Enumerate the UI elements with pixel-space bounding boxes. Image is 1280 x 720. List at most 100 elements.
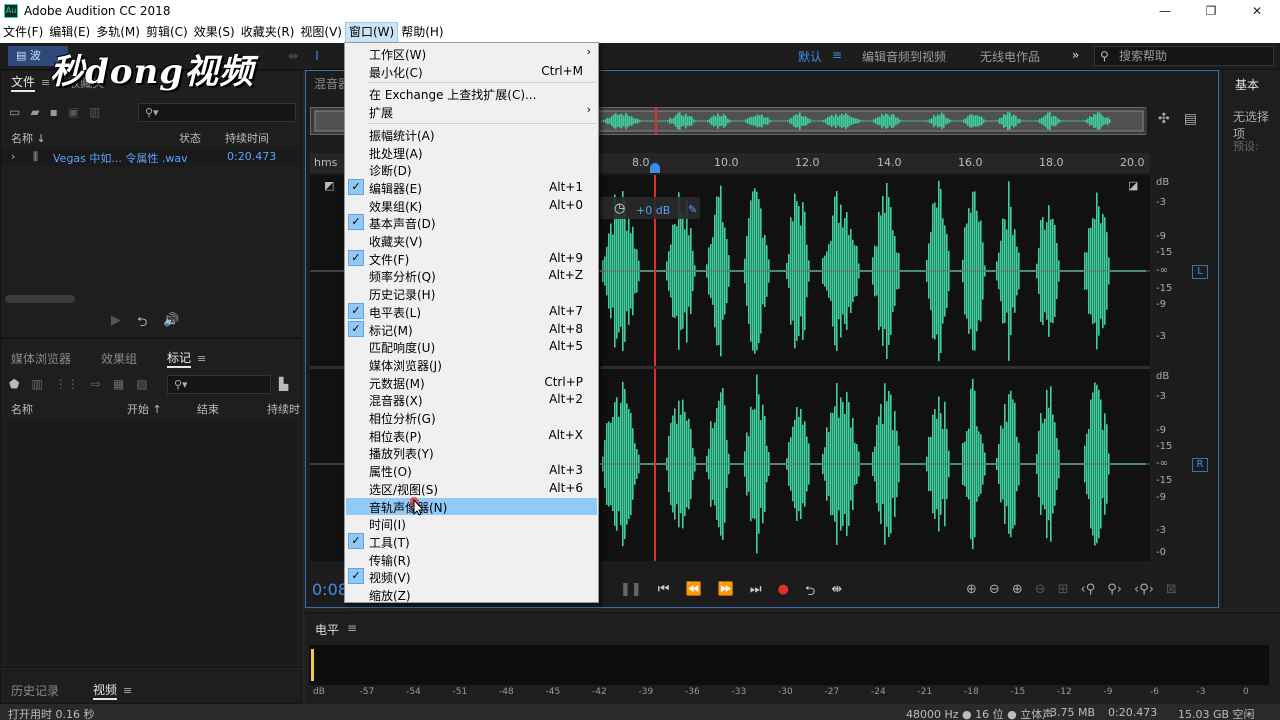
- window-menu-item[interactable]: ✓ 视频(V): [346, 568, 597, 585]
- skip-selection-icon[interactable]: ⇼: [831, 582, 842, 604]
- menu-effects[interactable]: 效果(S): [191, 22, 238, 43]
- help-search-input[interactable]: ⚲ 搜索帮助: [1094, 46, 1274, 66]
- window-menu-item[interactable]: 时间(I): [346, 515, 597, 532]
- menu-favorites[interactable]: 收藏夹(R): [238, 22, 298, 43]
- window-menu-item[interactable]: 振幅统计(A): [346, 126, 597, 143]
- move-tool-icon[interactable]: ⇹: [284, 47, 302, 65]
- merge-marker-icon[interactable]: ⋮⋮: [55, 377, 79, 391]
- column-name[interactable]: 名称 ↓: [11, 130, 46, 146]
- zoom-in-right-icon[interactable]: ⚲›: [1107, 582, 1122, 597]
- menu-file[interactable]: 文件(F): [0, 22, 46, 43]
- window-menu-item[interactable]: 音轨声像器(N): [346, 497, 597, 515]
- window-menu-item[interactable]: 播放列表(Y): [346, 444, 597, 461]
- window-menu-item[interactable]: 属性(O) Alt+3: [346, 462, 597, 479]
- minimize-button[interactable]: —: [1142, 0, 1188, 22]
- insert-icon[interactable]: ▣: [68, 105, 79, 119]
- menu-view[interactable]: 视图(V): [297, 22, 345, 43]
- window-menu-item[interactable]: 相位表(P) Alt+X: [346, 427, 597, 444]
- zoom-out-full-icon[interactable]: ⊠: [1166, 582, 1177, 597]
- window-menu-item[interactable]: ✓ 电平表(L) Alt+7: [346, 302, 597, 320]
- zoom-out-amplitude-icon[interactable]: ⊖: [989, 582, 1000, 597]
- marker-icon[interactable]: ⬟: [9, 377, 19, 391]
- pin-icon[interactable]: ✎: [688, 203, 697, 216]
- column-end[interactable]: 结束: [197, 401, 219, 417]
- expand-chevron-icon[interactable]: ›: [11, 150, 15, 163]
- channel-right-toggle[interactable]: R: [1192, 458, 1208, 472]
- panel-menu-icon[interactable]: ≡: [197, 352, 206, 365]
- window-menu-item[interactable]: 工作区(W) ›: [346, 45, 597, 62]
- zoom-out-time-icon[interactable]: ⊖: [1035, 582, 1046, 597]
- window-menu-item[interactable]: ✓ 标记(M) Alt+8: [346, 320, 597, 338]
- zoom-in-time-icon[interactable]: ⊕: [1012, 582, 1023, 597]
- column-duration[interactable]: 持续时: [267, 401, 300, 417]
- gain-knob-icon[interactable]: ◷: [614, 201, 625, 216]
- window-menu-item[interactable]: ✓ 文件(F) Alt+9: [346, 249, 597, 267]
- channel-left-toggle[interactable]: L: [1192, 265, 1208, 279]
- panel-menu-icon[interactable]: ≡: [123, 684, 132, 697]
- window-menu-item[interactable]: 批处理(A): [346, 144, 597, 161]
- window-menu-item[interactable]: 在 Exchange 上查找扩展(C)...: [346, 85, 597, 102]
- export-marker-icon[interactable]: ▦: [113, 377, 124, 391]
- menu-multitrack[interactable]: 多轨(M): [93, 22, 143, 43]
- panel-menu-icon[interactable]: ≡: [347, 621, 357, 635]
- zoom-full-icon[interactable]: ⊞: [1058, 582, 1069, 597]
- spectral-view-icon[interactable]: ▤: [1184, 111, 1197, 127]
- window-menu-item[interactable]: 频率分析(Q) Alt+Z: [346, 267, 597, 284]
- markers-search-input[interactable]: ⚲▾: [167, 375, 271, 394]
- workspace-default[interactable]: 默认: [798, 48, 822, 65]
- time-selection-tool-icon[interactable]: I: [308, 47, 326, 65]
- essential-sound-title[interactable]: 基本: [1235, 76, 1259, 93]
- playhead-handle[interactable]: [650, 163, 660, 173]
- tab-video[interactable]: 视频: [93, 681, 118, 700]
- window-menu-item[interactable]: 诊断(D): [346, 161, 597, 178]
- window-menu-item[interactable]: 扩展 ›: [346, 103, 597, 120]
- pause-icon[interactable]: ❚❚: [620, 582, 642, 604]
- column-start[interactable]: 开始 ↑: [127, 401, 162, 417]
- column-name[interactable]: 名称: [11, 401, 33, 417]
- window-menu-item[interactable]: ✓ 编辑器(E) Alt+1: [346, 178, 597, 196]
- column-duration[interactable]: 持续时间: [225, 130, 269, 146]
- fast-forward-icon[interactable]: ⏩: [718, 582, 734, 604]
- play-icon[interactable]: ▶: [111, 313, 121, 335]
- window-menu-item[interactable]: 效果组(K) Alt+0: [346, 197, 597, 214]
- menu-window[interactable]: 窗口(W): [344, 22, 399, 43]
- workspace-edit-audio-to-video[interactable]: 编辑音频到视频: [862, 48, 946, 65]
- more-workspaces-icon[interactable]: »: [1072, 48, 1079, 62]
- window-menu-item[interactable]: ✓ 基本声音(D): [346, 214, 597, 231]
- panel-menu-icon[interactable]: ≡: [41, 76, 50, 89]
- window-menu-item[interactable]: 缩放(Z): [346, 586, 597, 603]
- window-menu-item[interactable]: 最小化(C) Ctrl+M: [346, 63, 597, 80]
- filter-icon[interactable]: ▙: [279, 377, 288, 391]
- window-menu-item[interactable]: 混音器(X) Alt+2: [346, 391, 597, 408]
- window-menu-item[interactable]: 选区/视图(S) Alt+6: [346, 480, 597, 497]
- window-menu-item[interactable]: 元数据(M) Ctrl+P: [346, 374, 597, 391]
- delete-icon[interactable]: ▥: [89, 105, 100, 119]
- go-to-start-icon[interactable]: ⏮: [658, 582, 670, 604]
- file-row[interactable]: › ⫼ Vegas 中如... 令属性 .wav 0:20.473: [1, 148, 299, 166]
- rewind-icon[interactable]: ⏪: [686, 582, 702, 604]
- fade-in-handle-icon[interactable]: ◩: [324, 179, 334, 192]
- record-icon[interactable]: ●: [778, 582, 789, 604]
- menu-clip[interactable]: 剪辑(C): [143, 22, 191, 43]
- window-menu-item[interactable]: 收藏夹(V): [346, 232, 597, 249]
- new-file-icon[interactable]: ▪: [50, 105, 58, 119]
- zoom-selection-icon[interactable]: ‹⚲›: [1134, 582, 1154, 597]
- tab-effects-rack[interactable]: 效果组: [101, 350, 137, 367]
- insert-to-playlist-icon[interactable]: ⇨: [91, 377, 101, 391]
- tab-markers[interactable]: 标记: [167, 349, 192, 368]
- tab-files[interactable]: 文件: [11, 73, 36, 92]
- go-to-end-icon[interactable]: ⏭: [750, 582, 762, 604]
- window-menu-item[interactable]: 相位分析(G): [346, 409, 597, 426]
- delete-marker-icon[interactable]: ▥: [31, 377, 42, 391]
- tab-media-browser[interactable]: 媒体浏览器: [11, 350, 71, 367]
- tab-history[interactable]: 历史记录: [11, 682, 59, 699]
- window-menu-item[interactable]: ✓ 工具(T): [346, 532, 597, 550]
- workspace-radio-production[interactable]: 无线电作品: [980, 48, 1040, 65]
- batch-marker-icon[interactable]: ▧: [136, 377, 147, 391]
- menu-help[interactable]: 帮助(H): [398, 22, 446, 43]
- autoplay-icon[interactable]: 🔊: [163, 313, 179, 335]
- open-folder-icon[interactable]: ▭: [9, 105, 20, 119]
- window-menu-item[interactable]: 匹配响度(U) Alt+5: [346, 338, 597, 355]
- column-status[interactable]: 状态: [179, 130, 201, 146]
- workspace-menu-icon[interactable]: ≡: [832, 48, 842, 62]
